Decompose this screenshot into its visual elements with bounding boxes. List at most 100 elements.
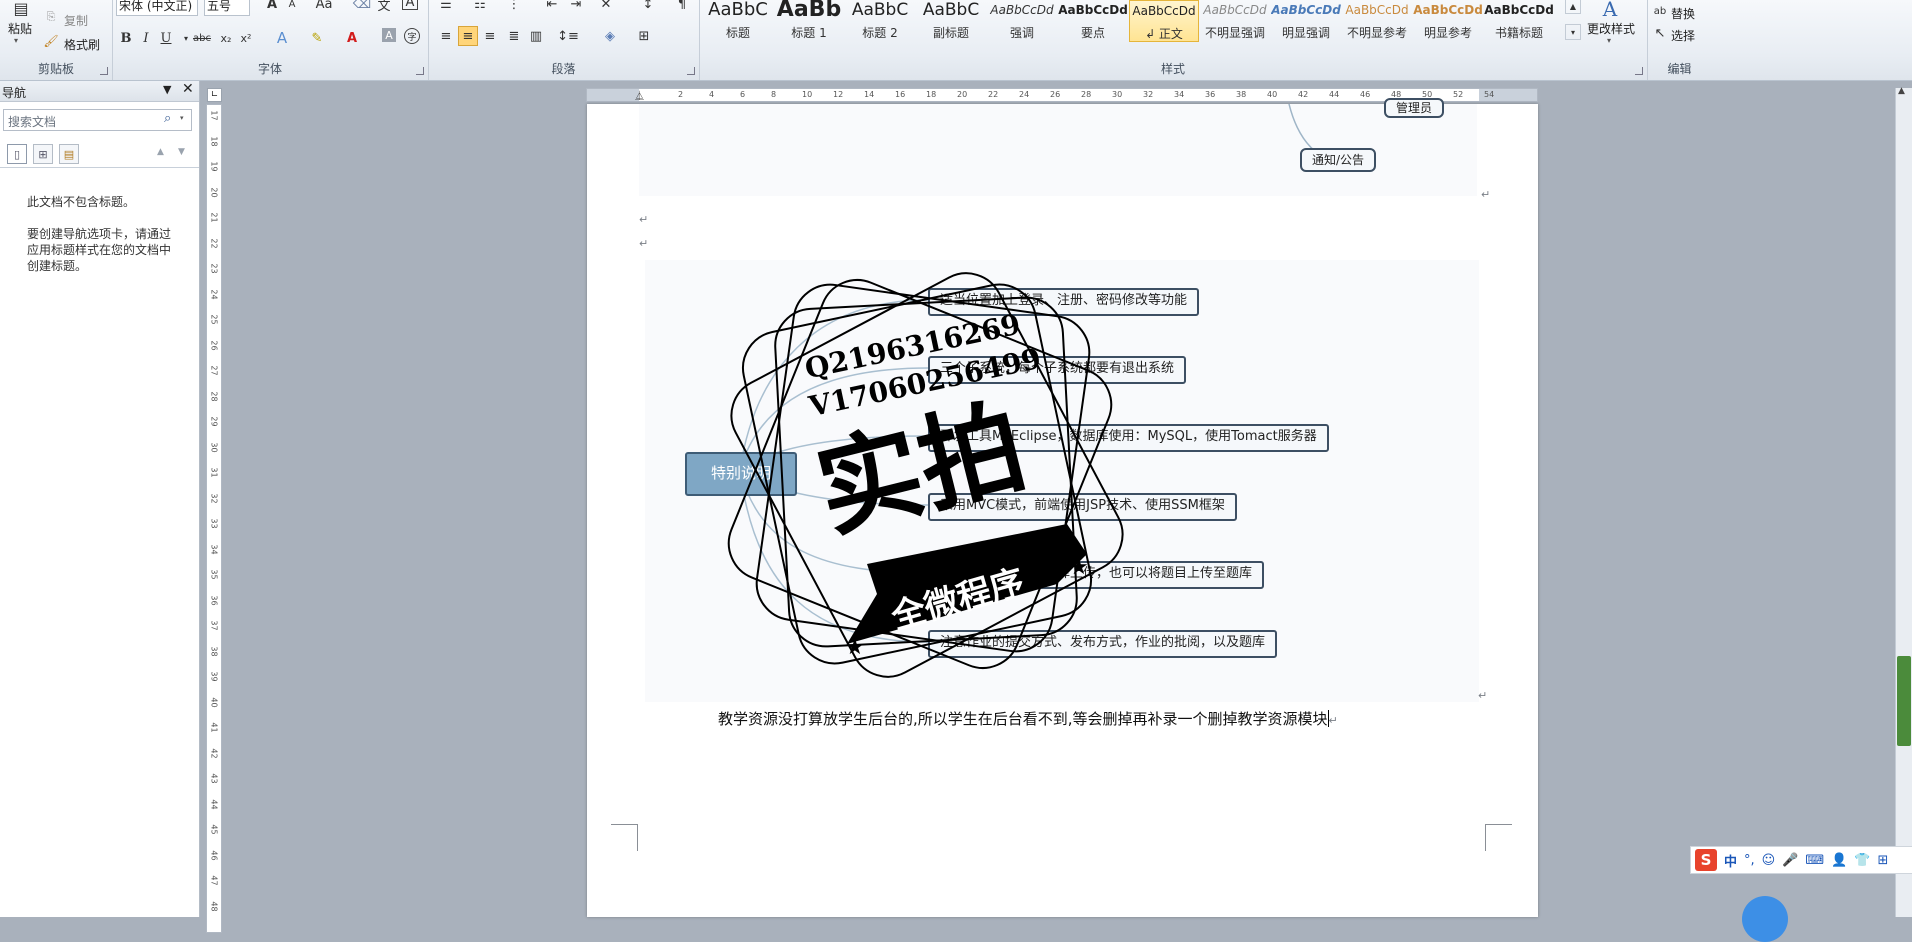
style-scroll-up-icon[interactable]: ▲ bbox=[1565, 0, 1581, 14]
nav-next-icon[interactable]: ▼ bbox=[178, 147, 185, 157]
tab-stop-selector[interactable]: ∟ bbox=[207, 88, 222, 102]
shrink-font-icon[interactable]: A bbox=[282, 0, 302, 14]
italic-icon[interactable]: I bbox=[136, 28, 156, 48]
clipboard-launcher-icon[interactable] bbox=[100, 67, 108, 75]
distribute-icon[interactable]: ▥ bbox=[526, 26, 546, 46]
document-page[interactable]: 管理员 通知/公告 ↵ ↵ ↵ 特别说明 适当位置加上登录、注册、密码修改等功能… bbox=[587, 98, 1538, 917]
style-item[interactable]: AaBbC 副标题 bbox=[916, 0, 986, 42]
font-name-select[interactable]: 宋体 (中文正) bbox=[116, 0, 198, 16]
style-item[interactable]: AaBbCcDd 书籍标题 bbox=[1484, 0, 1554, 42]
style-item[interactable]: AaBbCcDd 明显强调 bbox=[1271, 0, 1341, 42]
chinese-layout-icon[interactable]: ✕ bbox=[596, 0, 616, 14]
ime-mode-toggle[interactable]: 中 bbox=[1724, 851, 1737, 870]
floating-assistant-icon[interactable] bbox=[1742, 896, 1788, 942]
format-painter-button[interactable]: 格式刷 bbox=[64, 36, 100, 53]
increase-indent-icon[interactable]: ⇥ bbox=[566, 0, 586, 14]
style-preview: AaBbC bbox=[922, 0, 980, 20]
style-item[interactable]: AaBbCcDd 强调 bbox=[987, 0, 1057, 42]
ruler-tick: 38 bbox=[209, 645, 219, 657]
shading-icon[interactable]: ◈ bbox=[600, 26, 620, 46]
ruler-tick: 14 bbox=[864, 90, 875, 99]
font-size-select[interactable]: 五号 bbox=[204, 0, 250, 16]
char-border-icon[interactable]: A bbox=[402, 0, 418, 10]
text-effects-icon[interactable]: A bbox=[272, 28, 292, 48]
char-shading-icon[interactable]: A bbox=[382, 28, 396, 42]
ime-keyboard-icon[interactable]: ⌨ bbox=[1805, 853, 1824, 868]
style-more-icon[interactable]: ▾ bbox=[1565, 24, 1581, 40]
style-item[interactable]: AaBbCcDd ↲ 正文 bbox=[1129, 0, 1199, 42]
style-item[interactable]: AaBbCcDd 明显参考 bbox=[1413, 0, 1483, 42]
search-dropdown-icon[interactable]: ▾ bbox=[180, 114, 184, 122]
style-preview: AaBbCcDd bbox=[1203, 3, 1267, 17]
tab-pages-icon[interactable]: ⊞ bbox=[33, 144, 53, 164]
nav-close-icon[interactable]: ✕ bbox=[182, 81, 194, 97]
style-item[interactable]: AaBbC 标题 bbox=[703, 0, 773, 42]
ime-toolbox-icon[interactable]: ⊞ bbox=[1878, 853, 1889, 868]
ime-emoji-icon[interactable]: ☺ bbox=[1762, 853, 1776, 868]
ime-user-icon[interactable]: 👤 bbox=[1831, 853, 1847, 868]
tab-results-icon[interactable]: ▤ bbox=[59, 144, 79, 164]
ime-voice-icon[interactable]: 🎤 bbox=[1782, 853, 1798, 868]
ime-punctuation-icon[interactable]: °, bbox=[1744, 853, 1755, 868]
style-item[interactable]: AaBbCcDd 不明显强调 bbox=[1200, 0, 1270, 42]
borders-icon[interactable]: ⊞ bbox=[634, 26, 654, 46]
sort-icon[interactable]: ↕ bbox=[638, 0, 658, 14]
bold-icon[interactable]: B bbox=[116, 28, 136, 48]
phonetic-guide-icon[interactable]: 文 bbox=[374, 0, 394, 14]
ime-skin-icon[interactable]: 👕 bbox=[1854, 853, 1870, 868]
highlight-icon[interactable]: ✎ bbox=[307, 28, 327, 48]
ruler-tick: 54 bbox=[1484, 90, 1495, 99]
superscript-icon[interactable]: x² bbox=[236, 28, 256, 48]
line-spacing-icon[interactable]: ↕≡ bbox=[557, 26, 579, 46]
copy-button[interactable]: 复制 bbox=[64, 12, 88, 29]
style-item[interactable]: AaBb 标题 1 bbox=[774, 0, 844, 42]
change-case-icon[interactable]: Aa bbox=[314, 0, 334, 14]
enclose-char-icon[interactable]: 字 bbox=[404, 28, 420, 44]
nav-search-box[interactable]: 搜索文档 ⌕ ▾ bbox=[3, 109, 192, 131]
clear-format-icon[interactable]: ⌫ bbox=[352, 0, 372, 14]
bullets-icon[interactable]: ☰ bbox=[436, 0, 456, 14]
format-painter-icon: 🖌 bbox=[43, 34, 59, 48]
align-right-icon[interactable]: ≡ bbox=[480, 26, 500, 46]
paste-dropdown-icon[interactable]: ▾ bbox=[14, 36, 18, 45]
nav-menu-icon[interactable]: ▼ bbox=[163, 83, 171, 96]
body-text[interactable]: 教学资源没打算放学生后台的,所以学生在后台看不到,等会删掉再补录一个删掉教学资源… bbox=[718, 708, 1338, 729]
grow-font-icon[interactable]: A bbox=[262, 0, 282, 14]
style-item[interactable]: AaBbC 标题 2 bbox=[845, 0, 915, 42]
nav-search-input[interactable]: 搜索文档 bbox=[8, 113, 56, 130]
tab-headings-icon[interactable]: ▯ bbox=[7, 144, 27, 164]
font-launcher-icon[interactable] bbox=[416, 67, 424, 75]
numbering-icon[interactable]: ☷ bbox=[470, 0, 490, 14]
change-styles-button[interactable]: 更改样式 bbox=[1587, 20, 1635, 37]
paste-button[interactable]: 粘贴 bbox=[8, 20, 32, 37]
change-styles-icon[interactable]: A bbox=[1597, 0, 1623, 22]
style-item[interactable]: AaBbCcDd 不明显参考 bbox=[1342, 0, 1412, 42]
paste-icon[interactable]: ▤ bbox=[8, 0, 34, 18]
style-item[interactable]: AaBbCcDd 要点 bbox=[1058, 0, 1128, 42]
decrease-indent-icon[interactable]: ⇤ bbox=[542, 0, 562, 14]
scroll-up-icon[interactable]: ▲ bbox=[1898, 86, 1905, 96]
ime-toolbar[interactable]: S 中 °, ☺ 🎤 ⌨ 👤 👕 ⊞ bbox=[1690, 846, 1912, 874]
search-icon[interactable]: ⌕ bbox=[164, 111, 171, 126]
ribbon: ▤ 粘贴 ▾ ⎘ 复制 🖌 格式刷 剪贴板 宋体 (中文正) 五号 A A Aa… bbox=[0, 0, 1912, 81]
justify-icon[interactable]: ≣ bbox=[504, 26, 524, 46]
underline-icon[interactable]: U bbox=[156, 28, 176, 48]
paragraph-launcher-icon[interactable] bbox=[687, 67, 695, 75]
indent-marker-icon[interactable]: ⏅ bbox=[635, 89, 644, 102]
strikethrough-icon[interactable]: abc bbox=[192, 28, 212, 48]
styles-launcher-icon[interactable] bbox=[1635, 67, 1643, 75]
sogou-logo-icon[interactable]: S bbox=[1695, 849, 1717, 871]
align-center-icon[interactable]: ≡ bbox=[458, 26, 478, 46]
scroll-thumb[interactable] bbox=[1897, 656, 1911, 746]
vertical-scrollbar[interactable]: ▲ bbox=[1895, 86, 1912, 917]
multilevel-list-icon[interactable]: ⋮ bbox=[504, 0, 524, 14]
align-left-icon[interactable]: ≡ bbox=[436, 26, 456, 46]
select-button[interactable]: 选择 bbox=[1671, 27, 1695, 44]
change-styles-dropdown-icon[interactable]: ▾ bbox=[1607, 36, 1611, 45]
font-color-icon[interactable]: A bbox=[342, 28, 362, 48]
show-marks-icon[interactable]: ¶ bbox=[672, 0, 692, 14]
ruler-tick: 41 bbox=[209, 722, 219, 733]
replace-button[interactable]: 替换 bbox=[1671, 5, 1695, 22]
nav-prev-icon[interactable]: ▲ bbox=[157, 147, 164, 157]
subscript-icon[interactable]: x₂ bbox=[216, 28, 236, 48]
